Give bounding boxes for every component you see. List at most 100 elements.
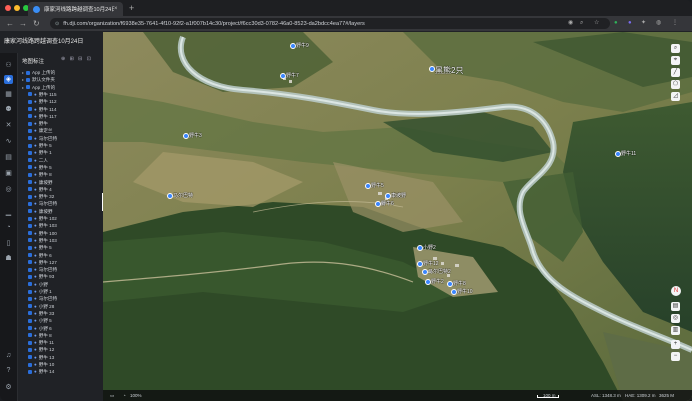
reload-button[interactable]: ↻: [33, 17, 40, 30]
layer-checkbox[interactable]: [28, 136, 32, 141]
layer-checkbox[interactable]: [28, 201, 32, 206]
map-label[interactable]: 野牛7: [286, 72, 299, 79]
layer-checkbox[interactable]: [28, 369, 32, 374]
map-tool-polygon-icon[interactable]: ⬠: [671, 80, 680, 89]
rail-layers-icon[interactable]: ◈: [4, 75, 13, 84]
layer-item[interactable]: ● 野牛 93: [28, 273, 54, 280]
map-label[interactable]: 马尔巴特: [173, 192, 193, 199]
layer-item[interactable]: ● 野牛 14: [28, 368, 54, 375]
layer-checkbox[interactable]: [28, 362, 32, 367]
rail-device-icon[interactable]: ▣: [4, 169, 13, 178]
layer-checkbox[interactable]: [28, 92, 32, 97]
layer-checkbox[interactable]: [28, 238, 32, 243]
rail-notification-icon[interactable]: ♫: [4, 351, 13, 360]
layer-checkbox[interactable]: [28, 260, 32, 265]
layer-item[interactable]: ● 小野 1: [28, 288, 52, 295]
bookmark-star-icon[interactable]: ☆: [594, 19, 599, 28]
layer-item[interactable]: ● 马尔巴特: [28, 295, 57, 302]
layer-checkbox[interactable]: [28, 267, 32, 272]
map-label[interactable]: 黑熊2只: [435, 65, 463, 76]
layer-checkbox[interactable]: [28, 128, 32, 133]
new-tab-button[interactable]: +: [129, 2, 134, 14]
layer-group[interactable]: ▸ 默认文件夹: [22, 76, 55, 83]
satellite-map[interactable]: 黑熊2只 野牛9 野牛7 野牛11 野牛3 马尔巴特 野牛5 康坡野 野牛6 小野2 马尔巴特2 野牛…: [103, 32, 692, 401]
rail-user-icon[interactable]: ⚇: [4, 61, 13, 70]
rail-route-icon[interactable]: ∿: [4, 137, 13, 146]
tab-close-icon[interactable]: ×: [114, 6, 118, 12]
rail-settings-icon[interactable]: ⚙: [4, 383, 13, 392]
map-tool-line-icon[interactable]: ╱: [671, 68, 680, 77]
layer-checkbox[interactable]: [28, 194, 32, 199]
site-info-icon[interactable]: ⊙: [55, 21, 59, 27]
map-tool-pin-icon[interactable]: ⌖: [671, 56, 680, 65]
compass-icon[interactable]: N: [671, 286, 681, 296]
layer-checkbox[interactable]: [26, 70, 31, 75]
map-3d-icon[interactable]: ▥: [671, 326, 680, 335]
layer-checkbox[interactable]: [28, 326, 32, 330]
menu-kebab-icon[interactable]: ⋮: [672, 19, 678, 28]
map-tool-measure-icon[interactable]: ◿: [671, 92, 680, 101]
folder-toggle-icon[interactable]: ▸: [22, 76, 24, 83]
layer-item[interactable]: ● 野牛 5: [28, 142, 52, 149]
layer-checkbox[interactable]: [28, 121, 32, 126]
layer-checkbox[interactable]: [28, 274, 32, 279]
layer-item[interactable]: ● 野牛 11: [28, 339, 54, 346]
layer-checkbox[interactable]: [28, 209, 32, 214]
layer-item[interactable]: ● 野牛 32: [28, 193, 54, 200]
rail-models-icon[interactable]: ▦: [4, 90, 13, 99]
rail-media-icon[interactable]: ▤: [4, 153, 13, 162]
layer-checkbox[interactable]: [28, 318, 32, 323]
map-label[interactable]: 野牛6: [381, 200, 394, 207]
rail-doc-icon[interactable]: ▯: [4, 239, 13, 248]
layer-checkbox[interactable]: [28, 143, 32, 148]
map-label[interactable]: 小野2: [423, 244, 436, 251]
screen-icon[interactable]: ▭: [110, 392, 114, 399]
layer-checkbox[interactable]: [28, 347, 32, 352]
folder-toggle-icon[interactable]: ▸: [22, 69, 24, 76]
layer-item[interactable]: ● 小野 6: [28, 325, 52, 332]
layer-item[interactable]: ● 野牛 115: [28, 91, 57, 98]
layer-checkbox[interactable]: [28, 355, 32, 360]
layer-checkbox[interactable]: [28, 311, 32, 316]
layer-item[interactable]: ● 野牛 10: [28, 361, 54, 368]
location-icon[interactable]: ◉: [568, 19, 573, 28]
layer-item[interactable]: ● 野牛 12: [28, 346, 54, 353]
layer-item[interactable]: ● 马尔巴特: [28, 266, 57, 273]
map-layers-icon[interactable]: ▤: [671, 302, 680, 311]
rail-history-icon[interactable]: ◔: [4, 223, 13, 232]
back-button[interactable]: ←: [6, 17, 14, 30]
rail-tools-icon[interactable]: ✕: [4, 121, 13, 130]
layer-item[interactable]: ● 野牛 8: [28, 171, 52, 178]
layer-item[interactable]: ● 野牛 102: [28, 215, 57, 222]
zoom-icon[interactable]: ⌕: [580, 19, 583, 28]
layer-checkbox[interactable]: [28, 99, 32, 104]
layer-item[interactable]: ● 野牛 5: [28, 244, 52, 251]
map-label[interactable]: 野牛10: [457, 288, 473, 295]
map-label[interactable]: 野牛9: [296, 42, 309, 49]
layer-item[interactable]: ● 野牛 112: [28, 98, 57, 105]
map-locate-icon[interactable]: ◎: [671, 314, 680, 323]
rail-people-icon[interactable]: ⚉: [4, 105, 13, 114]
layer-item[interactable]: ● 小野 28: [28, 303, 54, 310]
map-label[interactable]: 野牛8: [453, 280, 466, 287]
map-label[interactable]: 康坡野: [391, 192, 406, 199]
layer-checkbox[interactable]: [28, 114, 32, 119]
close-window-button[interactable]: [5, 5, 11, 11]
layer-checkbox[interactable]: [28, 231, 32, 236]
layer-checkbox[interactable]: [28, 107, 32, 111]
rail-help-icon[interactable]: ?: [4, 366, 13, 375]
layer-checkbox[interactable]: [28, 187, 32, 192]
layer-item[interactable]: ● 野牛 33: [28, 310, 54, 317]
layer-checkbox[interactable]: [28, 223, 32, 228]
layer-item[interactable]: ● 小野 5: [28, 317, 52, 324]
map-label[interactable]: 马尔巴特2: [428, 268, 451, 275]
layer-item[interactable]: ● 野牛 5: [28, 164, 52, 171]
layer-item[interactable]: ● 野牛 8: [28, 332, 52, 339]
layer-checkbox[interactable]: [28, 282, 32, 287]
layer-item[interactable]: ● 马尔巴特: [28, 135, 57, 142]
layer-checkbox[interactable]: [28, 333, 32, 338]
zoom-out-button[interactable]: −: [671, 352, 680, 361]
layer-item[interactable]: ● 野牛 103: [28, 222, 57, 229]
layer-group[interactable]: ▸ App 上传的: [22, 84, 55, 91]
extensions-icon[interactable]: ✦: [641, 19, 646, 28]
